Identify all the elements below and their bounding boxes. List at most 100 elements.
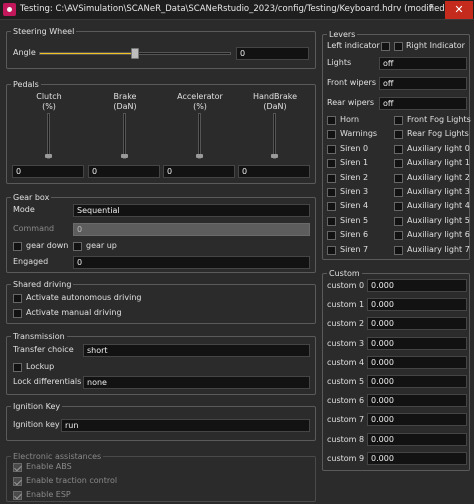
close-button[interactable]: ✕ (445, 1, 473, 19)
lever-right-checkbox-8[interactable] (394, 231, 403, 241)
custom-field-8[interactable]: 0.000 (367, 432, 467, 446)
mode-field[interactable]: Sequential (73, 204, 310, 217)
gear-up-checkbox[interactable] (73, 242, 82, 251)
custom-label-3: custom 3 (327, 338, 365, 348)
brake-slider-handle[interactable] (121, 154, 128, 158)
manual-driving-checkbox[interactable] (13, 309, 22, 318)
lever-left-checkbox-4[interactable] (327, 173, 336, 183)
lever-left-checkbox-list: Horn Warnings Siren 0 Siren 1 Siren 2 Siren 3… (327, 114, 395, 259)
angle-field[interactable]: 0 (236, 47, 309, 60)
custom-field-7[interactable]: 0.000 (367, 413, 467, 427)
custom-field-0[interactable]: 0.000 (367, 279, 467, 292)
lever-right-checkbox-9[interactable] (394, 245, 403, 255)
custom-field-9[interactable]: 0.000 (367, 451, 467, 465)
lever-left-label-7: Siren 5 (340, 215, 369, 225)
window-title: Testing: C:\AVSimulation\SCANeR_Data\SCA… (20, 4, 449, 14)
lever-right-checkbox-2[interactable] (394, 144, 403, 154)
custom-field-6[interactable]: 0.000 (367, 394, 467, 408)
lever-left-checkbox-5[interactable] (327, 188, 336, 197)
ignition-key-field[interactable]: run (61, 419, 310, 432)
lever-left-label-3: Siren 1 (340, 158, 369, 168)
lever-left-checkbox-2[interactable] (327, 144, 336, 154)
command-label: Command (13, 224, 55, 233)
custom-field-4[interactable]: 0.000 (367, 355, 467, 369)
lever-left-checkbox-1[interactable] (327, 130, 336, 140)
lever-right-label-3: Auxiliary light 1 (407, 158, 470, 168)
lever-left-checkbox-0[interactable] (327, 116, 336, 125)
engaged-field[interactable]: 0 (73, 256, 310, 269)
lights-field[interactable]: off (379, 57, 467, 70)
lever-left-label-9: Siren 7 (340, 244, 369, 254)
lock-differentials-label: Lock differentials (13, 377, 82, 386)
left-indicator-checkbox[interactable] (381, 42, 390, 51)
lever-right-checkbox-4[interactable] (394, 173, 403, 183)
lever-right-label-9: Auxiliary light 7 (407, 244, 470, 254)
accelerator-slider[interactable] (196, 113, 203, 159)
clutch-slider[interactable] (45, 113, 52, 159)
engaged-label: Engaged (13, 257, 49, 266)
lever-right-label-7: Auxiliary light 5 (407, 215, 470, 225)
handbrake-slider-handle[interactable] (271, 154, 278, 158)
custom-label-0: custom 0 (327, 281, 365, 290)
custom-label-8: custom 8 (327, 434, 365, 444)
front-wipers-field[interactable]: off (379, 77, 467, 90)
custom-field-1[interactable]: 0.000 (367, 298, 467, 312)
accelerator-slider-handle[interactable] (196, 154, 203, 158)
shared-driving-group: Shared driving Activate autonomous drivi… (6, 279, 316, 324)
handbrake-field[interactable]: 0 (238, 165, 310, 178)
pedals-group: Pedals Clutch (%) 0 Brake (DaN) 0 Accele… (6, 79, 316, 184)
lever-left-checkbox-8[interactable] (327, 231, 336, 241)
rear-wipers-field[interactable]: off (379, 97, 467, 110)
lever-right-checkbox-0[interactable] (394, 116, 403, 125)
custom-label-2: custom 2 (327, 319, 365, 329)
lockup-checkbox[interactable] (13, 363, 22, 372)
rear-wipers-label: Rear wipers (327, 98, 375, 107)
shared-driving-title: Shared driving (11, 279, 74, 290)
right-indicator-checkbox[interactable] (394, 42, 403, 51)
help-button[interactable]: ? (424, 2, 438, 17)
custom-label-9: custom 9 (327, 453, 365, 463)
custom-field-3[interactable]: 0.000 (367, 336, 467, 350)
autonomous-driving-checkbox[interactable] (13, 294, 22, 303)
electronic-assistances-group: Electronic assistances Enable ABS Enable… (6, 451, 316, 502)
clutch-field[interactable]: 0 (12, 165, 84, 178)
gear-box-title: Gear box (11, 192, 52, 203)
custom-label-7: custom 7 (327, 415, 365, 425)
handbrake-slider[interactable] (271, 113, 278, 159)
gear-box-group: Gear box Mode Sequential Command 0 gear … (6, 192, 316, 273)
brake-field[interactable]: 0 (88, 165, 160, 178)
lock-differentials-field[interactable]: none (83, 376, 310, 389)
lever-right-checkbox-5[interactable] (394, 188, 403, 197)
lights-label: Lights (327, 58, 352, 67)
custom-label-1: custom 1 (327, 300, 365, 310)
accelerator-field[interactable]: 0 (163, 165, 235, 178)
app-icon (3, 3, 16, 16)
lever-left-label-0: Horn (340, 115, 360, 124)
gear-down-checkbox[interactable] (13, 242, 22, 251)
lever-left-checkbox-9[interactable] (327, 245, 336, 255)
enable-abs-label: Enable ABS (26, 462, 72, 471)
lever-right-checkbox-3[interactable] (394, 159, 403, 169)
clutch-slider-handle[interactable] (45, 154, 52, 158)
enable-traction-control-label: Enable traction control (26, 476, 118, 485)
lever-left-label-6: Siren 4 (340, 201, 369, 211)
custom-field-5[interactable]: 0.000 (367, 375, 467, 388)
lever-left-checkbox-3[interactable] (327, 159, 336, 169)
right-indicator-label: Right Indicator (406, 41, 465, 50)
custom-field-2[interactable]: 0.000 (367, 317, 467, 331)
custom-title: Custom (327, 268, 362, 279)
lever-right-label-0: Front Fog Lights (407, 115, 471, 124)
angle-slider-handle[interactable] (131, 48, 139, 59)
lever-right-label-2: Auxiliary light 0 (407, 143, 470, 153)
lever-right-label-1: Rear Fog Lights (407, 129, 469, 139)
transfer-choice-field[interactable]: short (83, 344, 310, 357)
lever-left-label-5: Siren 3 (340, 187, 369, 196)
lever-right-checkbox-6[interactable] (394, 202, 403, 212)
lever-left-checkbox-7[interactable] (327, 216, 336, 226)
lever-left-checkbox-6[interactable] (327, 202, 336, 212)
brake-slider[interactable] (121, 113, 128, 159)
lever-right-checkbox-1[interactable] (394, 130, 403, 140)
command-field: 0 (73, 223, 310, 236)
lever-right-label-5: Auxiliary light 3 (407, 187, 470, 196)
lever-right-checkbox-7[interactable] (394, 216, 403, 226)
